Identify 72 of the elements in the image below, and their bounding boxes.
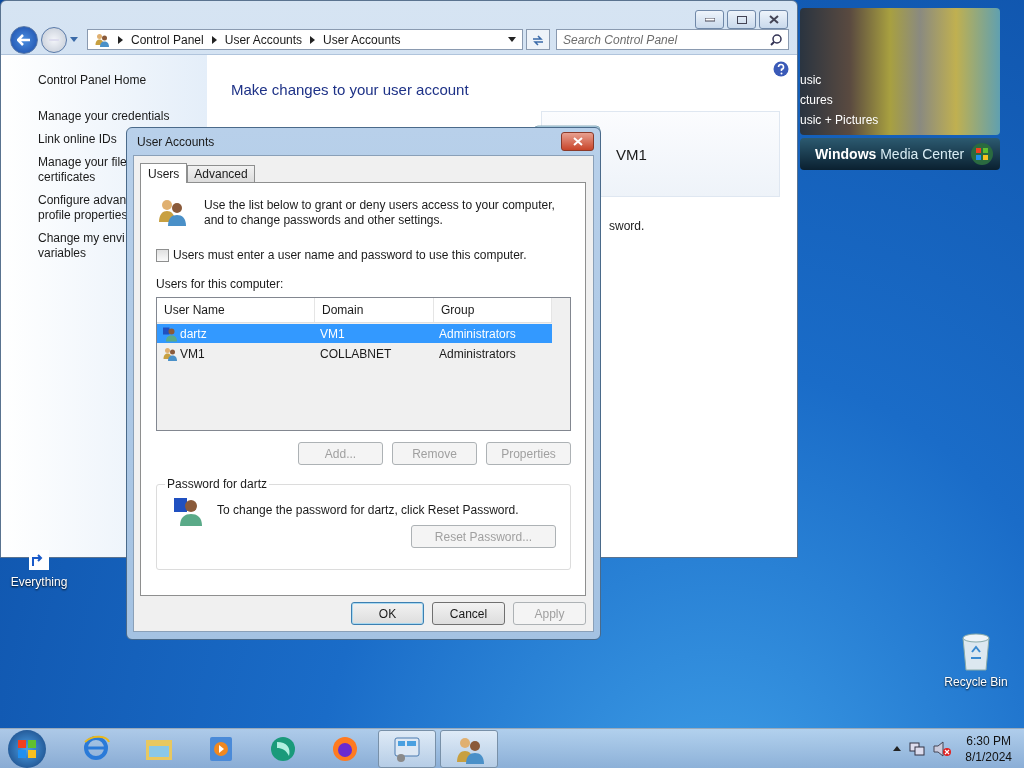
table-cell: VM1	[180, 346, 205, 361]
tab[interactable]: Advanced	[187, 165, 255, 182]
tab[interactable]: Users	[140, 163, 188, 183]
media-menu-item[interactable]: usic + Pictures	[800, 112, 1000, 128]
user-icon	[162, 345, 178, 362]
column-header[interactable]: Domain	[315, 298, 434, 322]
account-name: VM1	[616, 145, 647, 163]
history-dropdown-icon[interactable]	[70, 37, 78, 42]
shortcut-icon[interactable]	[27, 548, 51, 572]
users-icon	[94, 31, 110, 48]
table-cell-text: COLLABNET	[320, 346, 393, 361]
network-icon[interactable]	[909, 740, 926, 757]
breadcrumb-item[interactable]: User Accounts	[323, 32, 401, 47]
refresh-button[interactable]	[526, 29, 550, 50]
close-icon	[572, 137, 583, 146]
breadcrumb-arrow-icon	[310, 35, 316, 44]
close-button[interactable]	[561, 132, 594, 151]
recycle-bin-icon[interactable]	[959, 632, 993, 672]
checkbox[interactable]	[156, 248, 169, 262]
minimize-icon	[704, 17, 715, 22]
breadcrumb-arrow-icon	[118, 35, 123, 44]
user-icon	[162, 325, 178, 342]
list-label: Users for this computer:	[156, 277, 285, 291]
windows-logo-icon	[17, 738, 37, 759]
show-hidden-icons-icon[interactable]	[893, 746, 902, 751]
media-center-title: Windows Media Center	[815, 146, 965, 162]
dropdown-icon[interactable]	[508, 37, 516, 42]
dialog-button[interactable]: OK	[351, 602, 424, 625]
breadcrumb-item[interactable]: User Accounts	[224, 32, 303, 47]
table-cell-text: Administrators	[439, 346, 517, 361]
refresh-icon	[531, 33, 545, 46]
column-header[interactable]: Group	[434, 298, 552, 322]
desktop-icon-label[interactable]: Everything	[10, 575, 68, 589]
breadcrumb-item[interactable]: Control Panel	[131, 32, 204, 47]
intro-text: Use the list below to grant or deny users access to your computer, and to change passwords and other settings.	[204, 198, 556, 228]
help-icon[interactable]	[773, 61, 789, 77]
group-title: Password for dartz	[166, 477, 269, 491]
password-status-text: sword.	[609, 219, 646, 233]
maximize-icon	[736, 15, 747, 24]
media-menu-item[interactable]: ctures	[800, 92, 1000, 108]
close-icon	[768, 15, 779, 24]
taskbar-button[interactable]	[378, 729, 436, 768]
windows-logo-icon	[970, 142, 994, 166]
sidebar-link[interactable]: Control Panel Home	[38, 73, 207, 88]
media-center-bar[interactable]: Windows Media Center	[800, 138, 1000, 170]
taskbar-button[interactable]	[440, 729, 498, 768]
back-button[interactable]	[10, 25, 38, 54]
table-cell-text: VM1	[320, 326, 346, 341]
maximize-button[interactable]	[727, 10, 756, 29]
table-cell-text: Administrators	[439, 326, 517, 341]
dialog-button[interactable]: Cancel	[432, 602, 505, 625]
address-bar[interactable]: Control Panel User Accounts User Accounts	[87, 29, 523, 50]
table-cell: dartz	[180, 326, 207, 341]
password-text: To change the password for dartz, click Reset Password.	[217, 503, 519, 517]
search-field[interactable]: Search Control Panel	[556, 29, 789, 50]
column-header[interactable]: User Name	[157, 298, 315, 322]
dialog-title: User Accounts	[137, 134, 215, 149]
muted-speaker-icon[interactable]	[933, 740, 952, 757]
user-icon	[172, 495, 204, 527]
close-button[interactable]	[759, 10, 788, 29]
checkbox-label[interactable]: Users must enter a user name and password to use this computer.	[173, 248, 527, 262]
media-menu-item[interactable]: usic	[800, 72, 1000, 88]
breadcrumb-arrow-icon	[211, 35, 217, 44]
page-heading: Make changes to your user account	[231, 81, 470, 98]
search-icon	[770, 34, 782, 46]
clock[interactable]: 6:30 PM 8/1/2024	[965, 732, 1012, 765]
user-row[interactable]: VM1 COLLABNET Administrators	[157, 344, 552, 363]
sidebar-link[interactable]: Manage your credentials	[38, 109, 207, 124]
forward-button[interactable]	[41, 26, 67, 53]
back-arrow-icon	[17, 33, 31, 46]
start-button[interactable]	[8, 729, 46, 768]
desktop-icon-label[interactable]: Recycle Bin	[944, 675, 1008, 689]
